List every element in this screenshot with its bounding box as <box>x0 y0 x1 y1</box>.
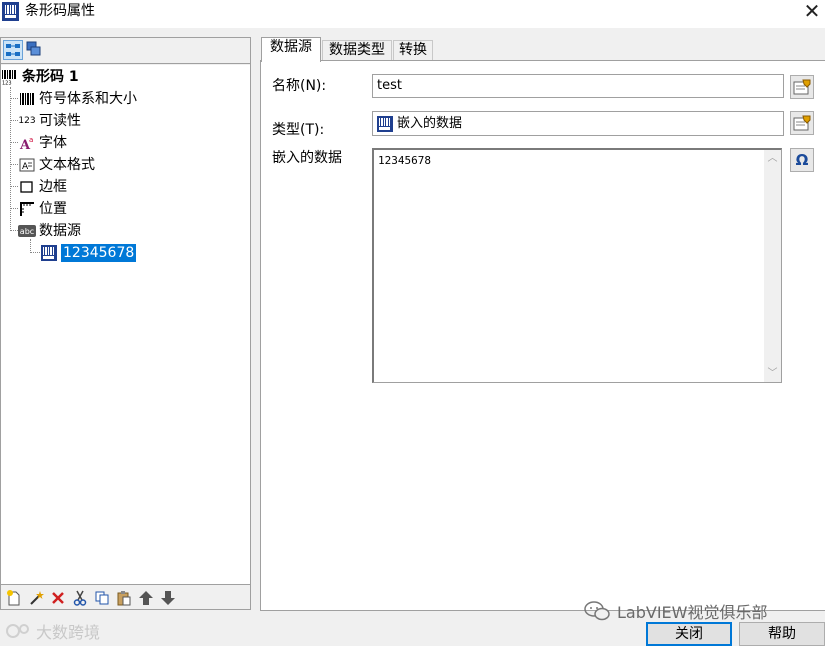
embedded-data-textarea[interactable]: 12345678 ︿ ﹀ <box>372 148 782 383</box>
barcode-properties-dialog: 条形码属性 ✕ 123 条形码 1 符号体系和大小 123 可读性 A a 字体… <box>0 0 825 646</box>
tree-view-icon <box>6 44 20 56</box>
delete-icon <box>52 592 64 604</box>
svg-text:123: 123 <box>2 81 12 86</box>
tree-item-label: 数据源 <box>39 223 81 239</box>
tab-data-type[interactable]: 数据类型 <box>322 40 392 61</box>
tree-item-data-source[interactable]: abc 数据源 <box>18 221 81 241</box>
tree-item-label: 符号体系和大小 <box>39 91 137 107</box>
move-down-icon <box>161 591 175 605</box>
position-icon <box>20 202 34 216</box>
layers-button[interactable] <box>25 40 45 60</box>
tree-connector <box>10 230 18 231</box>
data-source-panel: 名称(N): test 类型(T): 嵌入的数据 嵌入的数据 12345678 … <box>260 60 825 611</box>
name-input[interactable]: test <box>372 74 784 98</box>
new-item-button[interactable] <box>3 588 25 608</box>
move-up-icon <box>139 591 153 605</box>
text-format-icon: A <box>19 158 35 172</box>
scroll-down-icon[interactable]: ﹀ <box>764 365 781 382</box>
textarea-scrollbar[interactable]: ︿ ﹀ <box>764 150 781 382</box>
copy-button[interactable] <box>91 588 113 608</box>
embedded-data-icon <box>41 245 57 261</box>
magic-wand-button[interactable] <box>25 588 47 608</box>
tree-selected-label: 12345678 <box>61 244 137 262</box>
border-icon <box>20 181 33 193</box>
tree-view-button[interactable] <box>3 40 23 60</box>
tree-item-barcode-root[interactable]: 123 条形码 1 <box>1 67 79 87</box>
tree-connector <box>10 120 18 121</box>
tree-item-position[interactable]: 位置 <box>18 199 67 219</box>
type-value: 嵌入的数据 <box>397 115 463 131</box>
type-field[interactable]: 嵌入的数据 <box>372 111 784 136</box>
tree-connector <box>30 239 31 253</box>
data-source-icon: abc <box>18 225 36 237</box>
tab-convert[interactable]: 转换 <box>393 40 433 61</box>
magic-wand-icon <box>30 591 44 605</box>
tree-item-label: 位置 <box>39 201 67 217</box>
special-character-button[interactable]: Ω <box>790 148 814 172</box>
copy-icon <box>95 591 109 605</box>
tree-item-label: 字体 <box>39 135 67 151</box>
tree-connector <box>10 142 18 143</box>
barcode-app-icon <box>2 2 19 21</box>
tree-item-label: 可读性 <box>39 113 81 129</box>
scroll-up-icon[interactable]: ︿ <box>764 150 781 167</box>
watermark-left: 大数跨境 <box>6 619 100 643</box>
edit-form-icon <box>793 79 811 95</box>
wechat-icon <box>584 601 610 621</box>
embedded-data-value: 12345678 <box>378 154 431 167</box>
tree-connector <box>10 208 18 209</box>
tree-item-border[interactable]: 边框 <box>18 177 67 197</box>
type-edit-button[interactable] <box>790 111 814 135</box>
embedded-data-label: 嵌入的数据 <box>272 150 342 166</box>
cut-icon <box>73 590 87 606</box>
readable-123-icon: 123 <box>18 116 36 126</box>
tree-connector <box>10 164 18 165</box>
close-button[interactable]: 关闭 <box>646 622 732 646</box>
barcode-small-icon: 123 <box>2 70 16 86</box>
edit-form-icon <box>793 115 811 131</box>
tree-connector <box>10 186 18 187</box>
window-title: 条形码属性 <box>25 3 95 19</box>
cut-button[interactable] <box>69 588 91 608</box>
watermark-right-text: LabVIEW视觉俱乐部 <box>617 603 768 622</box>
tree-item-symbology-size[interactable]: 符号体系和大小 <box>18 89 137 109</box>
watermark-right: LabVIEW视觉俱乐部 <box>583 599 767 623</box>
name-label: 名称(N): <box>272 78 327 94</box>
embedded-data-icon <box>377 115 393 132</box>
delete-button[interactable] <box>47 588 69 608</box>
tree-item-embedded-data[interactable]: 12345678 <box>40 243 137 263</box>
close-window-button[interactable]: ✕ <box>799 0 825 24</box>
tree-item-label: 边框 <box>39 179 67 195</box>
tab-data-source[interactable]: 数据源 <box>261 37 321 62</box>
tree-item-font[interactable]: A a 字体 <box>18 133 67 153</box>
svg-text:a: a <box>29 136 33 144</box>
watermark-left-text: 大数跨境 <box>36 623 101 642</box>
layers-icon <box>26 41 41 56</box>
title-bar: 条形码属性 ✕ <box>0 0 825 28</box>
help-button[interactable]: 帮助 <box>739 622 825 646</box>
tree-connector <box>10 87 11 231</box>
tree-connector <box>30 252 40 253</box>
type-label: 类型(T): <box>272 122 325 138</box>
new-item-icon <box>7 590 20 606</box>
tree-item-readability[interactable]: 123 可读性 <box>18 111 81 131</box>
tree-toolbar <box>1 587 250 609</box>
left-toolbar <box>1 38 250 64</box>
font-icon: A a <box>19 136 33 151</box>
left-panel: 123 条形码 1 符号体系和大小 123 可读性 A a 字体 A 文本格式 … <box>0 37 251 610</box>
move-down-button[interactable] <box>157 588 179 608</box>
tree-connector <box>10 98 18 99</box>
tree-root-label: 条形码 1 <box>22 69 79 85</box>
properties-tree: 123 条形码 1 符号体系和大小 123 可读性 A a 字体 A 文本格式 … <box>1 65 250 585</box>
svg-text:A: A <box>22 162 29 172</box>
paste-button[interactable] <box>113 588 135 608</box>
name-edit-button[interactable] <box>790 75 814 99</box>
tree-item-text-format[interactable]: A 文本格式 <box>18 155 95 175</box>
barcode-icon <box>20 93 34 105</box>
paste-icon <box>117 591 131 606</box>
move-up-button[interactable] <box>135 588 157 608</box>
watermark-logo-icon <box>6 624 29 638</box>
tree-item-label: 文本格式 <box>39 157 95 173</box>
